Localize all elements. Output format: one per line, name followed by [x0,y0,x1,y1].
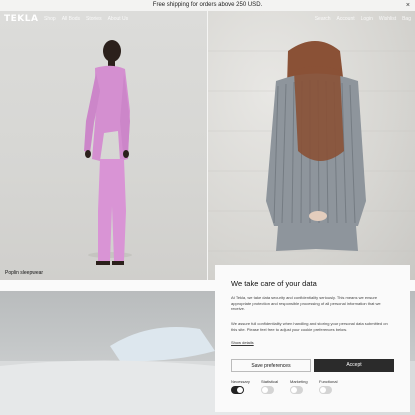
accept-button[interactable]: Accept [314,359,394,372]
model-striped-pajamas-image [208,41,415,252]
nav-wishlist[interactable]: Wishlist [379,16,396,22]
statistical-switch[interactable] [261,386,274,394]
nav-account[interactable]: Account [337,16,355,22]
brand-logo[interactable]: TEKLA [4,14,38,24]
consent-title: We take care of your data [231,279,317,288]
toggle-marketing: Marketing [290,379,308,394]
hero-image-right[interactable] [208,11,415,280]
nav-bag[interactable]: Bag [402,16,411,22]
nav-link[interactable]: About Us [108,16,129,22]
product-caption[interactable]: Poplin sleepwear [5,270,43,276]
announcement-bar: Free shipping for orders above 250 USD. … [0,0,415,11]
toggle-label: Functional [319,379,338,384]
hero-section [0,11,415,280]
announcement-text: Free shipping for orders above 250 USD. [152,2,263,8]
show-details-link[interactable]: Show details [231,340,254,345]
toggle-label: Necessary [231,379,250,384]
toggle-statistical: Statistical [261,379,278,394]
model-pink-pajamas-image [84,40,132,265]
necessary-switch[interactable] [231,386,244,394]
main-nav: TEKLA Shop All Bods Stories About Us Sea… [0,11,415,29]
consent-paragraph-2: We assure full confidentiality when hand… [231,321,388,332]
nav-link[interactable]: All Bods [62,16,80,22]
nav-links: Shop All Bods Stories About Us [44,16,128,22]
nav-link[interactable]: Shop [44,16,56,22]
close-icon[interactable]: × [406,0,410,11]
cookie-consent-dialog: We take care of your data At Tekla, we t… [215,265,410,412]
save-preferences-button[interactable]: Save preferences [231,359,311,372]
nav-login[interactable]: Login [361,16,373,22]
nav-search[interactable]: Search [315,16,331,22]
nav-utilities: Search Account Login Wishlist Bag [315,16,411,22]
functional-switch[interactable] [319,386,332,394]
marketing-switch[interactable] [290,386,303,394]
toggle-functional: Functional [319,379,337,394]
hero-image-left[interactable] [0,11,207,280]
consent-paragraph-1: At Tekla, we take data security and conf… [231,295,381,311]
toggle-label: Statistical [261,379,279,384]
toggle-label: Marketing [290,379,308,384]
nav-link[interactable]: Stories [86,16,102,22]
toggle-necessary: Necessary [231,379,250,394]
